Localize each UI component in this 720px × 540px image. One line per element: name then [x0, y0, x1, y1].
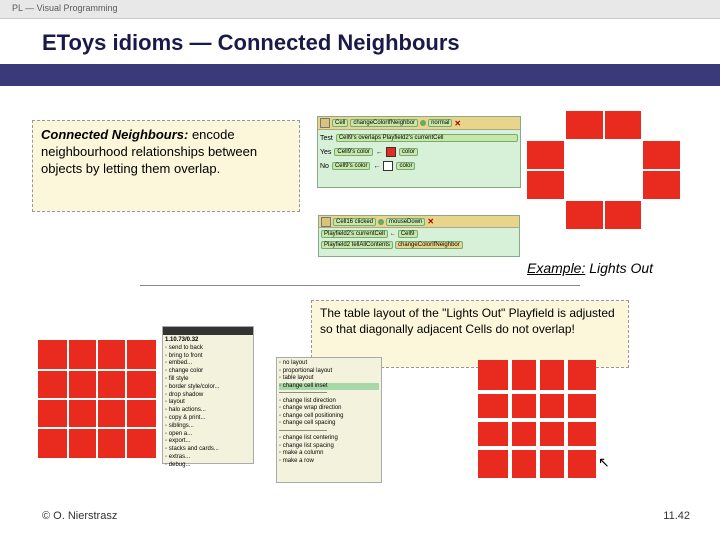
- close-icon: ✕: [427, 217, 434, 226]
- script-mode2: mouseDown: [386, 218, 425, 226]
- menu-item: ◦ make a column: [279, 450, 379, 458]
- s2-r2a: Playfield2 tellAllContents: [321, 241, 393, 249]
- menu-item: ◦ change list spacing: [279, 443, 379, 451]
- yes-label: Yes: [320, 149, 331, 156]
- board-cell: [565, 200, 604, 230]
- menu-item: ◦ change cell inset: [279, 383, 379, 391]
- menu-title: [163, 327, 253, 335]
- red-white-board: [526, 110, 681, 230]
- menu-item: ◦ change list centering: [279, 435, 379, 443]
- menu-item: ◦ halo actions...: [165, 407, 251, 415]
- board-cell: [565, 170, 604, 200]
- board-cell: [565, 140, 604, 170]
- script-name: changeColorIfNeighbor: [350, 119, 418, 127]
- slide-title: EToys idioms — Connected Neighbours: [42, 30, 460, 56]
- board-cell: [642, 170, 681, 200]
- menu-item: ◦ siblings...: [165, 423, 251, 431]
- yes-l: Cell9's color: [334, 148, 373, 156]
- no-r: color: [396, 162, 415, 170]
- test-expr: Cell9's overlaps Playfield2's currentCel…: [336, 134, 518, 142]
- board-cell: [565, 110, 604, 140]
- menu-item: ◦ change wrap direction: [279, 405, 379, 413]
- board-cell: [526, 170, 565, 200]
- cursor-icon: ↖: [598, 454, 610, 471]
- run-dot-icon: [420, 120, 426, 126]
- script-owner: Cell: [332, 119, 348, 127]
- menu-item: ◦ embed...: [165, 360, 251, 368]
- script-handle-icon: [321, 217, 331, 227]
- etoys-script-changeColor: Cell changeColorIfNeighbor normal ✕ Test…: [317, 116, 521, 188]
- example-rest: Lights Out: [585, 260, 653, 276]
- menu-item: ◦ send to back: [165, 345, 251, 353]
- board-cell: [604, 170, 643, 200]
- footer-author: © O. Nierstrasz: [42, 510, 117, 522]
- menu-item: ◦ table layout: [279, 375, 379, 383]
- yes-r: color: [399, 148, 418, 156]
- definition-lead: Connected Neighbours:: [41, 127, 188, 142]
- menu-item: ◦ layout: [165, 399, 251, 407]
- menu-item: ◦ debug...: [165, 462, 251, 470]
- definition-box: Connected Neighbours: encode neighbourho…: [32, 120, 300, 212]
- run-dot-icon: [378, 219, 384, 225]
- example-label: Example: Lights Out: [527, 260, 653, 276]
- menu-item: ————————: [279, 390, 379, 398]
- menu-item: ◦ change cell positioning: [279, 413, 379, 421]
- menu-item: ◦ fill style: [165, 376, 251, 384]
- color-patch-icon: [386, 147, 396, 157]
- board-cell: [642, 200, 681, 230]
- spaced-grid: [478, 360, 596, 478]
- example-u: Example:: [527, 260, 585, 276]
- board-cell: [604, 140, 643, 170]
- menu-item: ◦ border style/color...: [165, 384, 251, 392]
- s2-r2b: changeColorIfNeighbor: [395, 241, 463, 249]
- script-handle-icon: [320, 118, 330, 128]
- board-cell: [526, 110, 565, 140]
- board-cell: [604, 110, 643, 140]
- script-name2: Cell16 clicked: [333, 218, 376, 226]
- test-label: Test: [320, 135, 333, 142]
- menu-item: ◦ change cell spacing: [279, 420, 379, 428]
- menu-item: ◦ extras...: [165, 454, 251, 462]
- halo-menu: 1.10.73/0.32◦ send to back◦ bring to fro…: [162, 326, 254, 464]
- board-cell: [526, 140, 565, 170]
- overlap-grid: [38, 340, 156, 458]
- board-cell: [526, 200, 565, 230]
- menu-item: ◦ change color: [165, 368, 251, 376]
- menu-item: ◦ no layout: [279, 360, 379, 368]
- board-cell: [604, 200, 643, 230]
- header-course: PL — Visual Programming: [12, 3, 118, 13]
- menu-item: ◦ proportional layout: [279, 368, 379, 376]
- menu-item: ◦ export...: [165, 438, 251, 446]
- menu-item: ◦ copy & print...: [165, 415, 251, 423]
- menu-item: ◦ change list direction: [279, 398, 379, 406]
- color-patch-icon: [383, 161, 393, 171]
- s2-r1a: Playfield2's currentCell: [321, 230, 388, 238]
- menu-item: ◦ drop shadow: [165, 392, 251, 400]
- no-l: Cell9's color: [332, 162, 371, 170]
- divider: [140, 285, 580, 286]
- menu-item: ◦ make a row: [279, 458, 379, 466]
- s2-r1b: Cell9: [398, 230, 418, 238]
- footer-page: 11.42: [663, 510, 690, 522]
- menu-item: ————————: [279, 428, 379, 436]
- menu-item: ◦ bring to front: [165, 353, 251, 361]
- etoys-script-clicked: Cell16 clicked mouseDown ✕ Playfield2's …: [318, 215, 520, 257]
- menu-item: ◦ stacks and cards...: [165, 446, 251, 454]
- layout-menu: ◦ no layout◦ proportional layout◦ table …: [276, 357, 382, 483]
- close-icon: ✕: [454, 119, 461, 128]
- board-cell: [642, 110, 681, 140]
- title-band: [0, 64, 720, 86]
- board-cell: [642, 140, 681, 170]
- menu-item: ◦ open a...: [165, 431, 251, 439]
- script-mode: normal: [428, 119, 452, 127]
- no-label: No: [320, 163, 329, 170]
